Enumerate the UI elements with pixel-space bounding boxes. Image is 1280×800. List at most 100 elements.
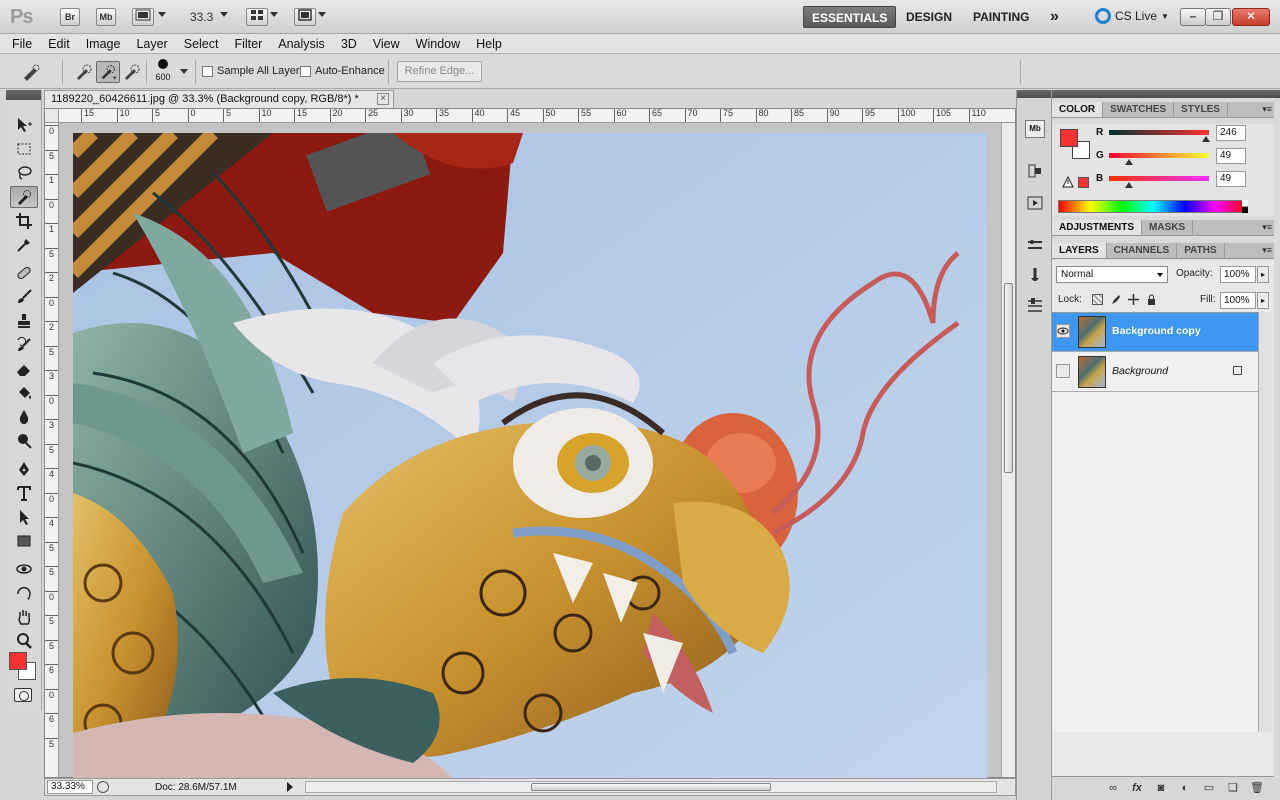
actions-panel-icon[interactable] bbox=[1025, 194, 1045, 212]
zoom-caret-icon[interactable] bbox=[220, 12, 228, 17]
color-spectrum-bar[interactable] bbox=[1058, 200, 1248, 213]
arrange-caret-icon[interactable] bbox=[270, 12, 278, 17]
blend-mode-select[interactable]: Normal bbox=[1056, 266, 1168, 283]
opacity-arrow-icon[interactable]: ▸ bbox=[1257, 266, 1269, 283]
mini-bridge-button[interactable]: Mb bbox=[96, 8, 116, 26]
checkbox-box[interactable] bbox=[300, 65, 311, 77]
history-panel-icon[interactable] bbox=[1025, 162, 1045, 180]
close-button[interactable]: ✕ bbox=[1232, 8, 1270, 26]
arrange-documents-button[interactable] bbox=[246, 8, 268, 26]
refine-edge-button[interactable]: Refine Edge... bbox=[397, 61, 482, 82]
layer-name[interactable]: Background copy bbox=[1112, 325, 1201, 337]
screen-mode-caret-icon[interactable] bbox=[318, 12, 326, 17]
blue-value-field[interactable]: 49 bbox=[1216, 171, 1246, 187]
red-value-field[interactable]: 246 bbox=[1216, 125, 1246, 141]
close-document-icon[interactable]: × bbox=[377, 93, 389, 105]
status-zoom-field[interactable]: 33.33% bbox=[47, 780, 93, 794]
panel-menu-icon[interactable]: ▾≡ bbox=[1262, 222, 1272, 233]
add-mask-icon[interactable]: ◙ bbox=[1154, 781, 1168, 795]
tab-layers[interactable]: LAYERS bbox=[1052, 243, 1107, 258]
red-slider-thumb[interactable] bbox=[1202, 136, 1210, 142]
ruler-origin[interactable] bbox=[45, 109, 59, 123]
menu-select[interactable]: Select bbox=[176, 34, 227, 53]
workspace-painting[interactable]: PAINTING bbox=[965, 6, 1037, 28]
quick-selection-tool[interactable] bbox=[10, 186, 38, 208]
vertical-ruler[interactable]: 05101520253035404550556065 bbox=[45, 123, 59, 777]
layer-name[interactable]: Background bbox=[1112, 365, 1168, 377]
view-extras-caret-icon[interactable] bbox=[158, 12, 166, 17]
layer-thumbnail[interactable] bbox=[1078, 316, 1106, 348]
tab-adjustments[interactable]: ADJUSTMENTS bbox=[1052, 220, 1143, 235]
tab-swatches[interactable]: SWATCHES bbox=[1103, 102, 1175, 117]
restore-button[interactable]: ❐ bbox=[1205, 8, 1231, 26]
delete-layer-icon[interactable]: 🗑 bbox=[1250, 781, 1264, 795]
clone-stamp-tool[interactable] bbox=[10, 310, 38, 332]
panel-grip[interactable] bbox=[1052, 90, 1280, 98]
horizontal-scroll-thumb[interactable] bbox=[531, 783, 771, 791]
layers-scrollbar[interactable] bbox=[1258, 312, 1272, 732]
workspace-design[interactable]: DESIGN bbox=[898, 6, 960, 28]
minimize-button[interactable]: – bbox=[1180, 8, 1206, 26]
color-panel-foreground-swatch[interactable] bbox=[1060, 129, 1078, 147]
shape-tool[interactable] bbox=[10, 530, 38, 552]
status-menu-arrow-icon[interactable] bbox=[287, 782, 293, 792]
zoom-tool[interactable] bbox=[10, 630, 38, 652]
tab-styles[interactable]: STYLES bbox=[1174, 102, 1228, 117]
green-slider-thumb[interactable] bbox=[1125, 159, 1133, 165]
menu-analysis[interactable]: Analysis bbox=[270, 34, 333, 53]
paint-bucket-tool[interactable] bbox=[10, 382, 38, 404]
adjustment-layer-icon[interactable]: ◐ bbox=[1178, 781, 1192, 795]
layer-row-background[interactable]: Background bbox=[1052, 353, 1258, 392]
green-slider-track[interactable] bbox=[1109, 153, 1209, 158]
fill-arrow-icon[interactable]: ▸ bbox=[1257, 292, 1269, 309]
eyedropper-tool[interactable] bbox=[10, 234, 38, 256]
screen-mode-button[interactable] bbox=[294, 8, 316, 26]
cs-live-menu[interactable]: CS Live ▼ bbox=[1095, 8, 1169, 24]
vertical-scroll-thumb[interactable] bbox=[1004, 283, 1013, 473]
menu-layer[interactable]: Layer bbox=[128, 34, 175, 53]
image-canvas[interactable] bbox=[73, 133, 987, 779]
brushes-panel-icon[interactable] bbox=[1025, 266, 1045, 284]
visibility-toggle-empty[interactable] bbox=[1056, 364, 1070, 378]
blur-tool[interactable] bbox=[10, 406, 38, 428]
new-selection-button[interactable] bbox=[72, 61, 96, 83]
menu-image[interactable]: Image bbox=[78, 34, 129, 53]
lasso-tool[interactable] bbox=[10, 162, 38, 184]
history-brush-tool[interactable] bbox=[10, 334, 38, 356]
more-workspaces-button[interactable]: » bbox=[1042, 6, 1067, 28]
dodge-tool[interactable] bbox=[10, 430, 38, 452]
bridge-button[interactable]: Br bbox=[60, 8, 80, 26]
clone-source-icon[interactable] bbox=[1025, 296, 1045, 314]
new-layer-icon[interactable]: ❏ bbox=[1226, 781, 1240, 795]
out-of-gamut-warning-icon[interactable] bbox=[1062, 176, 1074, 188]
new-group-icon[interactable]: ▭ bbox=[1202, 781, 1216, 795]
vertical-scrollbar[interactable] bbox=[1001, 123, 1015, 777]
menu-3d[interactable]: 3D bbox=[333, 34, 365, 53]
tab-paths[interactable]: PATHS bbox=[1177, 243, 1225, 258]
lock-transparent-pixels-icon[interactable] bbox=[1092, 294, 1103, 305]
tab-channels[interactable]: CHANNELS bbox=[1107, 243, 1178, 258]
horizontal-scrollbar[interactable] bbox=[305, 781, 997, 793]
fill-field[interactable]: 100% bbox=[1220, 292, 1256, 309]
tool-preset-picker[interactable] bbox=[20, 61, 44, 83]
horizontal-ruler[interactable]: 15 10 5 0 5 10 15 20 25 30 35 40 45 50 55 60 65 70 75 80 85 9… bbox=[59, 109, 1015, 123]
red-slider-track[interactable] bbox=[1109, 130, 1209, 135]
3d-orbit-tool[interactable] bbox=[10, 582, 38, 604]
menu-help[interactable]: Help bbox=[468, 34, 510, 53]
tab-masks[interactable]: MASKS bbox=[1142, 220, 1194, 235]
add-to-selection-button[interactable]: + bbox=[96, 61, 120, 83]
quick-mask-button[interactable] bbox=[14, 688, 32, 702]
tab-color[interactable]: COLOR bbox=[1052, 102, 1104, 117]
layer-style-icon[interactable]: fx bbox=[1130, 781, 1144, 795]
blue-slider-track[interactable] bbox=[1109, 176, 1209, 181]
type-tool[interactable] bbox=[10, 482, 38, 504]
panel-grip[interactable] bbox=[6, 90, 41, 100]
menu-window[interactable]: Window bbox=[408, 34, 468, 53]
document-tab[interactable]: 1189220_60426611.jpg @ 33.3% (Background… bbox=[44, 90, 394, 108]
lock-all-icon[interactable] bbox=[1146, 294, 1157, 305]
spot-healing-tool[interactable] bbox=[10, 262, 38, 284]
layer-thumbnail[interactable] bbox=[1078, 356, 1106, 388]
hand-tool[interactable] bbox=[10, 606, 38, 628]
lock-image-pixels-icon[interactable] bbox=[1110, 294, 1121, 305]
panel-grip[interactable] bbox=[1017, 90, 1051, 98]
